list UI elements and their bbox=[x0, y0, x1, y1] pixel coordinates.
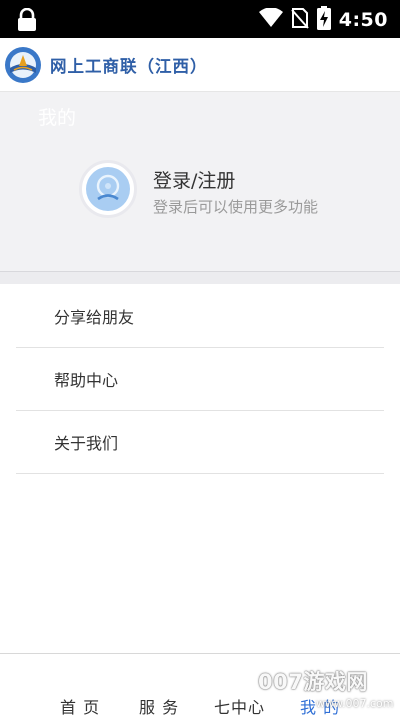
menu-item-share[interactable]: 分享给朋友 bbox=[16, 285, 384, 348]
bottom-nav: 首 页 服 务 七中心 我 的 bbox=[0, 653, 400, 720]
status-bar: 4:50 bbox=[0, 0, 400, 38]
user-avatar-icon[interactable] bbox=[79, 160, 137, 218]
lock-icon bbox=[16, 7, 38, 36]
nav-mine[interactable]: 我 的 bbox=[300, 694, 340, 718]
wifi-icon bbox=[258, 7, 283, 32]
login-hint: 登录后可以使用更多功能 bbox=[153, 198, 319, 216]
no-sim-icon bbox=[290, 7, 309, 33]
menu-list: 分享给朋友 帮助中心 关于我们 bbox=[0, 285, 400, 474]
clock: 4:50 bbox=[338, 9, 388, 31]
nav-seven-centers[interactable]: 七中心 bbox=[214, 694, 265, 718]
app-header: 网上工商联（江西） bbox=[0, 38, 400, 92]
login-register-link[interactable]: 登录/注册 bbox=[153, 166, 235, 193]
profile-section: 我的 登录/注册 登录后可以使用更多功能 bbox=[0, 92, 400, 272]
menu-item-label: 帮助中心 bbox=[54, 371, 119, 390]
nav-home[interactable]: 首 页 bbox=[60, 694, 100, 718]
app-logo-icon bbox=[4, 46, 42, 84]
nav-services[interactable]: 服 务 bbox=[139, 694, 179, 718]
battery-charging-icon bbox=[316, 6, 331, 34]
page-title: 我的 bbox=[38, 107, 77, 129]
menu-item-label: 分享给朋友 bbox=[54, 308, 135, 327]
app-title: 网上工商联（江西） bbox=[50, 56, 208, 76]
menu-item-label: 关于我们 bbox=[54, 434, 119, 453]
menu-item-help[interactable]: 帮助中心 bbox=[16, 348, 384, 411]
section-divider bbox=[0, 272, 400, 284]
menu-item-about[interactable]: 关于我们 bbox=[16, 411, 384, 474]
